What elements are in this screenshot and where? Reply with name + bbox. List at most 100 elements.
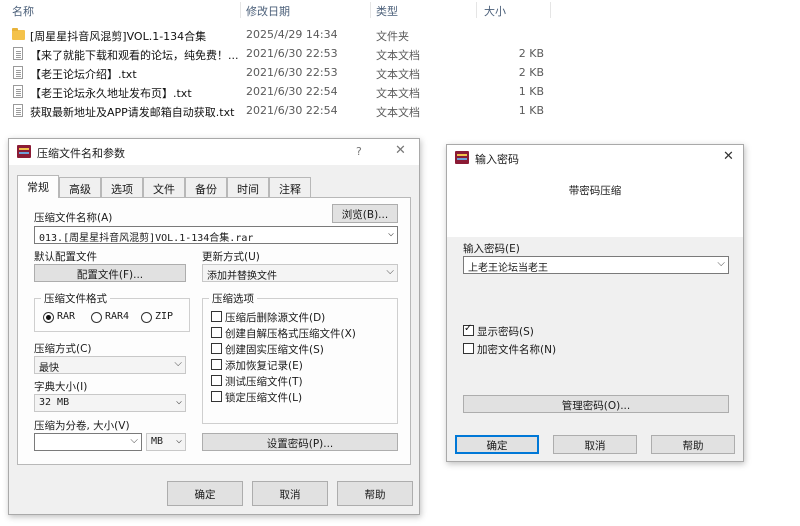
test-archive-checkbox[interactable] (211, 375, 222, 386)
chevron-down-icon[interactable]: ⌵ (386, 266, 394, 277)
split-volume-label: 压缩为分卷, 大小(V) (34, 420, 130, 432)
sfx-checkbox[interactable] (211, 327, 222, 338)
file-date: 2021/6/30 22:53 (246, 66, 338, 79)
close-icon[interactable]: ✕ (723, 149, 734, 164)
tab-time[interactable]: 时间 (227, 177, 269, 197)
winrar-icon (455, 151, 469, 164)
help-button[interactable]: 帮助 (337, 481, 413, 506)
split-unit-value: MB (151, 436, 164, 447)
chevron-down-icon[interactable]: ⌵ (174, 358, 182, 369)
password-input[interactable]: 上老王论坛当老王 ⌵ (463, 256, 729, 274)
tab-files[interactable]: 文件 (143, 177, 185, 197)
show-password-label: 显示密码(S) (477, 326, 534, 338)
ok-button[interactable]: 确定 (167, 481, 243, 506)
file-type: 文本文档 (376, 87, 420, 100)
file-date: 2021/6/30 22:53 (246, 47, 338, 60)
password-value: 上老王论坛当老王 (468, 263, 548, 274)
chevron-down-icon[interactable]: ⌵ (176, 435, 182, 446)
file-type: 文本文档 (376, 49, 420, 62)
archive-options-group: 压缩选项 压缩后删除源文件(D) 创建自解压格式压缩文件(X) 创建固实压缩文件… (202, 291, 398, 424)
format-zip-label: ZIP (155, 311, 174, 322)
winrar-icon (17, 145, 31, 158)
tab-comment[interactable]: 注释 (269, 177, 311, 197)
tab-options[interactable]: 选项 (101, 177, 143, 197)
solid-checkbox[interactable] (211, 343, 222, 354)
column-date[interactable]: 修改日期 (246, 3, 290, 19)
update-mode-select[interactable]: 添加并替换文件 ⌵ (202, 264, 398, 282)
file-row[interactable]: 【来了就能下载和观看的论坛，纯免费！... 2021/6/30 22:53 文本… (0, 45, 560, 64)
compression-method-select[interactable]: 最快 ⌵ (34, 356, 186, 374)
manage-passwords-button[interactable]: 管理密码(O)... (463, 395, 729, 413)
format-rar-radio[interactable] (43, 312, 54, 323)
archive-name-combo[interactable]: 013.[周星星抖音风混剪]VOL.1-134合集.rar ⌵ (34, 226, 398, 244)
file-row[interactable]: 【老王论坛永久地址发布页】.txt 2021/6/30 22:54 文本文档 1… (0, 83, 560, 102)
recovery-record-checkbox[interactable] (211, 359, 222, 370)
show-password-checkbox[interactable] (463, 323, 474, 336)
file-date: 2021/6/30 22:54 (246, 85, 338, 98)
chevron-down-icon[interactable]: ⌵ (717, 258, 725, 269)
browse-button[interactable]: 浏览(B)... (332, 204, 398, 223)
archive-format-legend: 压缩文件格式 (41, 291, 110, 306)
split-unit-select[interactable]: MB ⌵ (146, 433, 186, 451)
lock-archive-checkbox[interactable] (211, 391, 222, 402)
file-size: 1 KB (518, 85, 544, 98)
update-mode-value: 添加并替换文件 (207, 271, 277, 282)
chevron-down-icon[interactable]: ⌵ (176, 396, 182, 407)
close-icon[interactable]: ✕ (395, 143, 406, 158)
dictionary-size-value: 32 MB (39, 397, 70, 408)
cancel-button[interactable]: 取消 (252, 481, 328, 506)
file-date: 2021/6/30 22:54 (246, 104, 338, 117)
file-date: 2025/4/29 14:34 (246, 28, 338, 41)
file-row[interactable]: 获取最新地址及APP请发邮箱自动获取.txt 2021/6/30 22:54 文… (0, 102, 560, 121)
file-explorer: 名称 修改日期 类型 大小 [周星星抖音风混剪]VOL.1-134合集 2025… (0, 0, 800, 130)
compression-method-label: 压缩方式(C) (34, 343, 92, 355)
ok-button[interactable]: 确定 (455, 435, 539, 454)
dialog-title: 压缩文件名和参数 (37, 147, 125, 160)
folder-icon (12, 28, 25, 40)
format-rar4-label: RAR4 (105, 311, 130, 322)
format-zip-radio[interactable] (141, 312, 152, 323)
file-size: 1 KB (518, 104, 544, 117)
archive-options-legend: 压缩选项 (209, 291, 257, 306)
title-bar: 输入密码 ✕ (447, 145, 743, 171)
column-type[interactable]: 类型 (376, 3, 398, 19)
tab-general[interactable]: 常规 (17, 175, 59, 198)
archive-format-group: 压缩文件格式 RAR RAR4 ZIP (34, 291, 190, 332)
cancel-button[interactable]: 取消 (553, 435, 637, 454)
column-size[interactable]: 大小 (484, 3, 506, 19)
format-rar4-radio[interactable] (91, 312, 102, 323)
test-archive-label: 测试压缩文件(T) (225, 376, 303, 388)
set-password-button[interactable]: 设置密码(P)... (202, 433, 398, 451)
file-name: [周星星抖音风混剪]VOL.1-134合集 (30, 30, 207, 43)
file-type: 文本文档 (376, 106, 420, 119)
file-size: 2 KB (518, 66, 544, 79)
file-row[interactable]: 【老王论坛介绍】.txt 2021/6/30 22:53 文本文档 2 KB (0, 64, 560, 83)
archive-name-label: 压缩文件名称(A) (34, 212, 113, 224)
file-name: 获取最新地址及APP请发邮箱自动获取.txt (30, 106, 235, 119)
tab-backup[interactable]: 备份 (185, 177, 227, 197)
dictionary-size-select[interactable]: 32 MB ⌵ (34, 394, 186, 412)
help-icon[interactable]: ? (356, 145, 362, 158)
format-rar-label: RAR (57, 311, 76, 322)
recovery-record-label: 添加恢复记录(E) (225, 360, 303, 372)
column-name[interactable]: 名称 (12, 3, 34, 19)
txt-file-icon (13, 85, 23, 98)
split-size-combo[interactable]: ⌵ (34, 433, 142, 451)
archive-parameters-dialog: 压缩文件名和参数 ? ✕ 常规 高级 选项 文件 备份 时间 注释 压缩文件名称… (8, 138, 420, 515)
txt-file-icon (13, 47, 23, 60)
delete-after-label: 压缩后删除源文件(D) (225, 312, 326, 324)
encrypt-names-checkbox[interactable] (463, 343, 474, 354)
dialog-heading: 带密码压缩 (568, 185, 622, 197)
profile-button[interactable]: 配置文件(F)... (34, 264, 186, 282)
delete-after-checkbox[interactable] (211, 311, 222, 322)
enter-password-dialog: 输入密码 ✕ 带密码压缩 输入密码(E) 上老王论坛当老王 ⌵ 显示密码(S) … (446, 144, 744, 462)
dictionary-size-label: 字典大小(I) (34, 381, 88, 393)
encrypt-names-label: 加密文件名称(N) (477, 344, 557, 356)
chevron-down-icon[interactable]: ⌵ (388, 228, 394, 239)
chevron-down-icon[interactable]: ⌵ (130, 435, 138, 446)
tab-advanced[interactable]: 高级 (59, 177, 101, 197)
file-row[interactable]: [周星星抖音风混剪]VOL.1-134合集 2025/4/29 14:34 文件… (0, 26, 560, 45)
file-size: 2 KB (518, 47, 544, 60)
help-button[interactable]: 帮助 (651, 435, 735, 454)
file-type: 文本文档 (376, 68, 420, 81)
